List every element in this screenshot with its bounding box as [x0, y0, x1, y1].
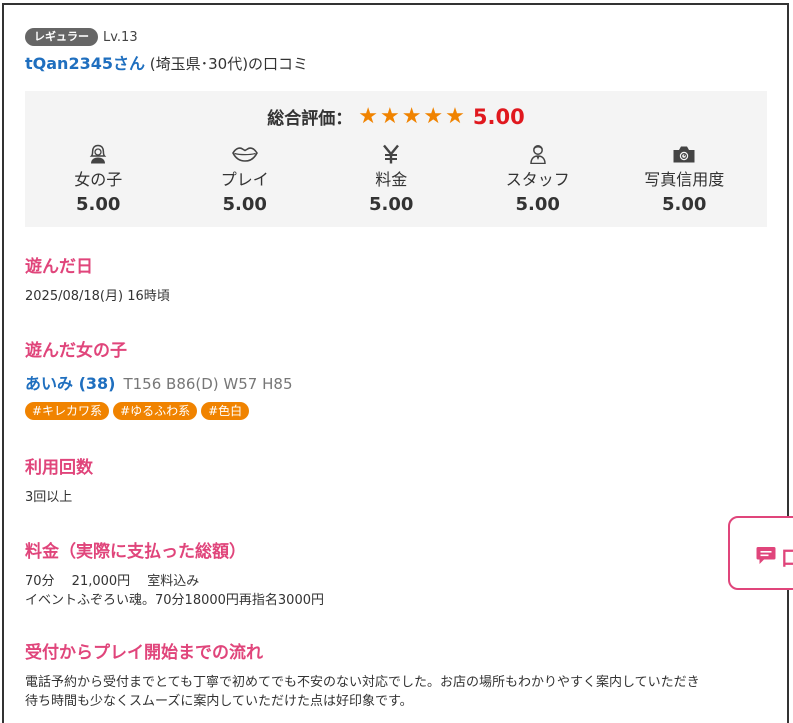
category-score: 5.00	[76, 194, 121, 215]
section-girl: 遊んだ女の子 あいみ (38) T156 B86(D) W57 H85 #キレカ…	[25, 336, 767, 420]
category-score: 5.00	[662, 194, 707, 215]
reviewer-name-link[interactable]: tQan2345さん	[25, 54, 145, 73]
girl-name-link[interactable]: あいみ (38)	[25, 370, 115, 394]
rating-box: 総合評価： ★★★★★ 5.00 女の子 5.00 プレイ 5.00 料金 5.…	[25, 91, 767, 227]
flow-line-2: 待ち時間も少なくスムーズに案内していただけた点は好印象です。	[25, 694, 413, 709]
category-label: 料金	[375, 170, 408, 189]
girl-tags: #キレカワ系 #ゆるふわ系 #色白	[25, 402, 767, 420]
section-title: 料金（実際に支払った総額）	[25, 542, 246, 562]
flow-line-1: 電話予約から受付までとても丁寧で初めてでも不安のない対応でした。お店の場所もわか…	[25, 675, 700, 690]
category-ratings: 女の子 5.00 プレイ 5.00 料金 5.00 スタッフ 5.00 写真信用…	[25, 143, 767, 215]
girl-tag[interactable]: #キレカワ系	[25, 402, 110, 420]
section-title: 遊んだ日	[25, 257, 93, 277]
category-score: 5.00	[222, 194, 267, 215]
category-label: 女の子	[74, 170, 123, 189]
reviewer-meta: (埼玉県･30代)の口コミ	[149, 55, 309, 73]
comment-icon	[756, 547, 776, 564]
overall-label: 総合評価：	[267, 109, 353, 129]
section-flow: 受付からプレイ開始までの流れ 電話予約から受付までとても丁寧で初めてでも不安のな…	[25, 638, 767, 711]
section-visit-date: 遊んだ日 2025/08/18(月) 16時頃	[25, 252, 767, 306]
price-line-2: イベントふぞろい魂。70分18000円再指名3000円	[25, 593, 324, 608]
category-label: 写真信用度	[644, 170, 725, 189]
category-play: プレイ 5.00	[172, 143, 319, 215]
yen-icon	[383, 144, 400, 164]
overall-score: 5.00	[472, 104, 525, 129]
girl-tag[interactable]: #ゆるふわ系	[113, 402, 198, 420]
reviewer-line: tQan2345さん (埼玉県･30代)の口コミ	[25, 50, 767, 74]
rank-badge: レギュラー	[25, 28, 98, 46]
staff-icon	[529, 145, 546, 164]
reviewer-level: Lv.13	[103, 29, 138, 45]
section-title: 受付からプレイ開始までの流れ	[25, 643, 263, 663]
visit-date-text: 2025/08/18(月) 16時頃	[25, 289, 170, 304]
category-girl: 女の子 5.00	[25, 143, 172, 215]
section-price: 料金（実際に支払った総額） 70分 21,000円 室料込み イベントふぞろい魂…	[25, 537, 767, 610]
category-price: 料金 5.00	[318, 143, 465, 215]
girl-icon	[89, 144, 107, 164]
category-label: プレイ	[220, 170, 269, 189]
overall-stars: ★★★★★	[358, 104, 467, 129]
girl-line: あいみ (38) T156 B86(D) W57 H85	[25, 370, 767, 394]
category-photo: 写真信用度 5.00	[611, 143, 758, 215]
category-score: 5.00	[515, 194, 560, 215]
overall-rating: 総合評価： ★★★★★ 5.00	[25, 104, 767, 129]
floating-button-label: 口	[781, 546, 793, 570]
girl-tag[interactable]: #色白	[201, 402, 250, 420]
lips-icon	[231, 147, 258, 162]
section-title: 遊んだ女の子	[25, 341, 127, 361]
reviewer-rank-row: レギュラー Lv.13	[25, 27, 767, 47]
section-usage: 利用回数 3回以上	[25, 453, 767, 507]
review-content: レギュラー Lv.13 tQan2345さん (埼玉県･30代)の口コミ 総合評…	[25, 27, 767, 711]
camera-icon	[673, 146, 695, 163]
category-score: 5.00	[369, 194, 414, 215]
category-label: スタッフ	[505, 170, 570, 189]
section-title: 利用回数	[25, 458, 93, 478]
price-line-1: 70分 21,000円 室料込み	[25, 574, 200, 589]
girl-stats: T156 B86(D) W57 H85	[123, 375, 293, 393]
category-staff: スタッフ 5.00	[465, 143, 612, 215]
usage-text: 3回以上	[25, 490, 73, 505]
floating-review-button[interactable]: 口	[728, 516, 793, 590]
